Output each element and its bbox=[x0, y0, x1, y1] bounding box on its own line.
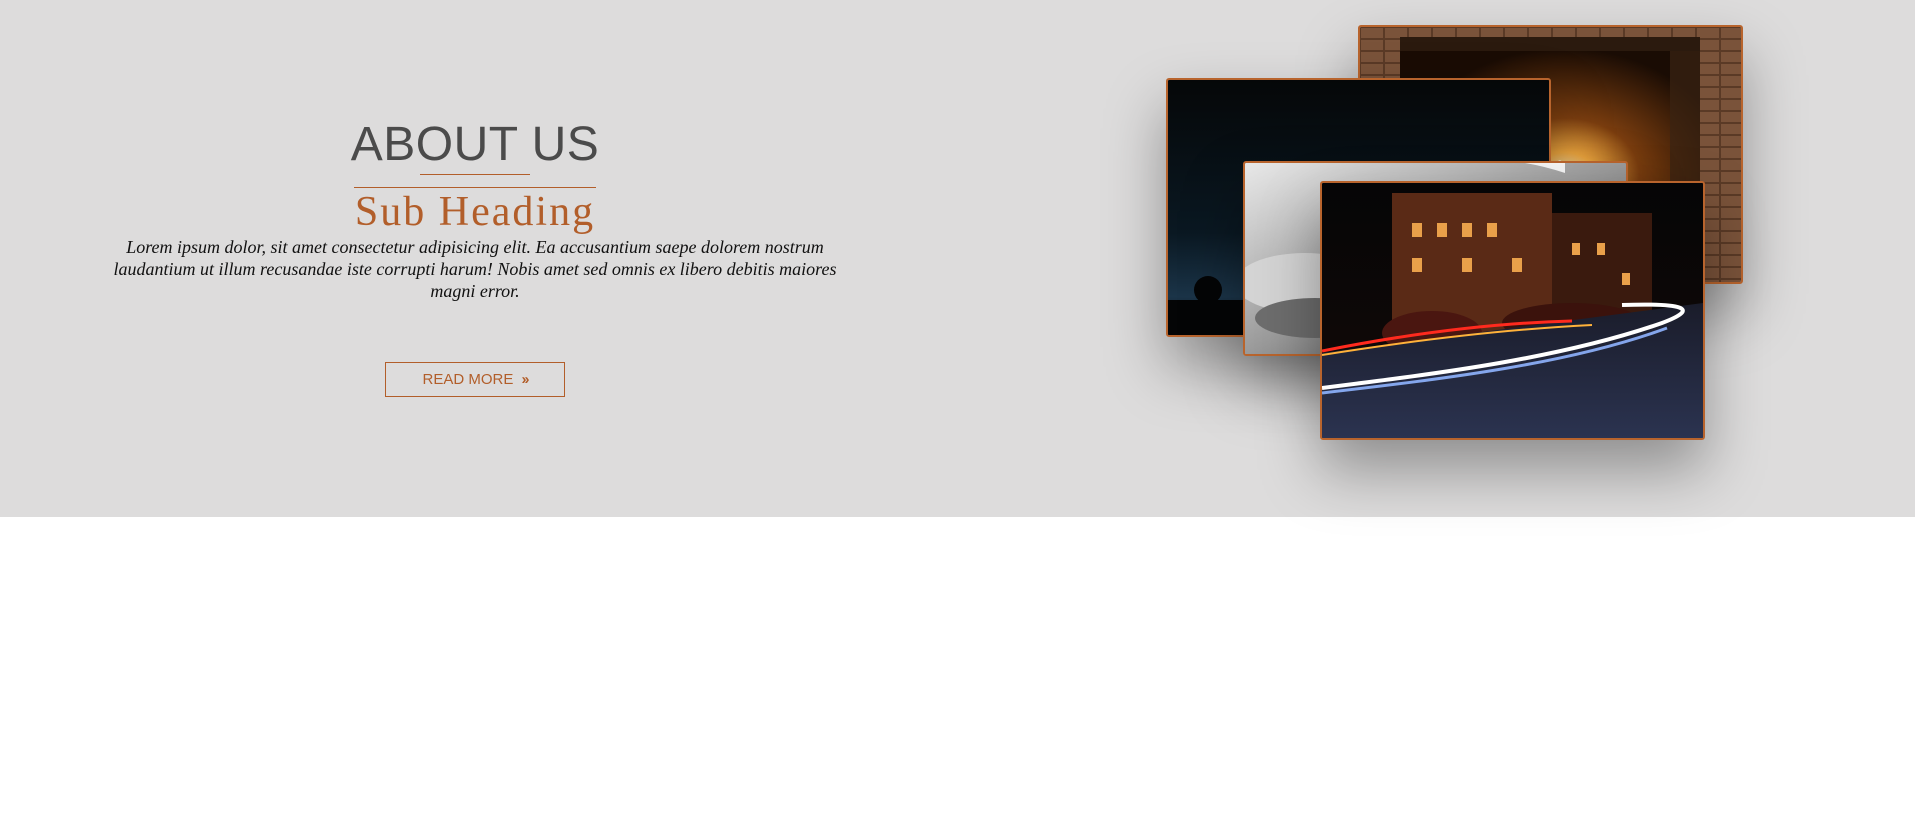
read-more-button[interactable]: READ MORE ›› bbox=[385, 362, 565, 397]
page-title: ABOUT US bbox=[350, 118, 600, 171]
about-section: ABOUT US Sub Heading Lorem ipsum dolor, … bbox=[0, 0, 1915, 517]
double-chevron-right-icon: ›› bbox=[521, 371, 530, 388]
photo-stack bbox=[1150, 20, 1770, 500]
title-underline bbox=[420, 174, 530, 175]
read-more-label: READ MORE bbox=[422, 371, 514, 388]
sub-heading: Sub Heading bbox=[354, 189, 596, 235]
about-description: Lorem ipsum dolor, sit amet consectetur … bbox=[113, 237, 837, 301]
city-street-light-trails-photo bbox=[1320, 181, 1705, 440]
